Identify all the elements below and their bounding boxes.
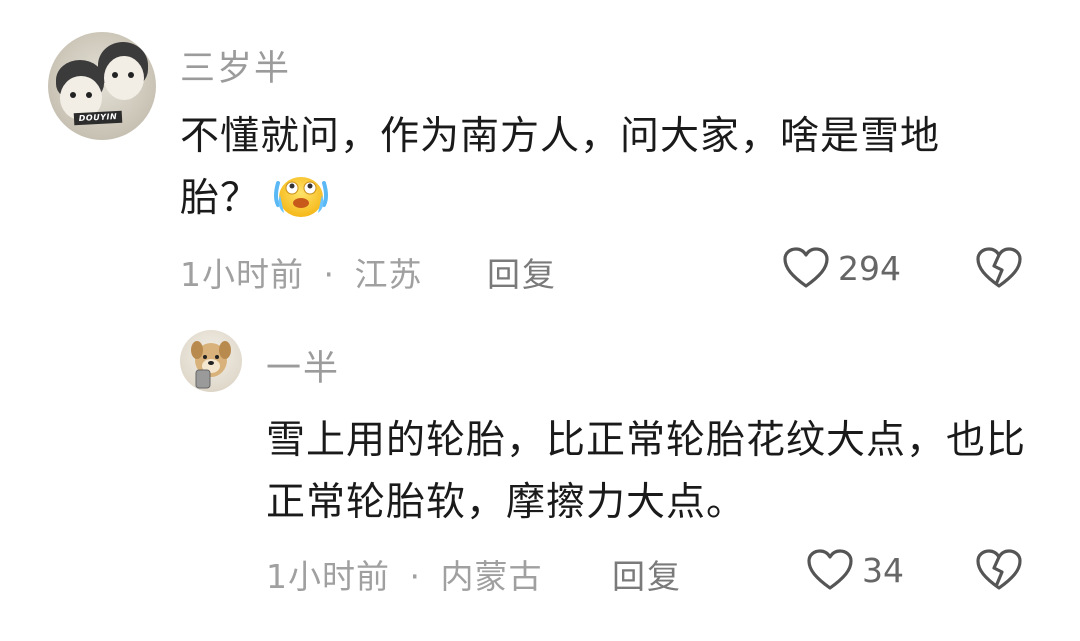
comment-time: 1小时前 [180, 255, 304, 294]
heart-outline-icon [783, 247, 829, 288]
reply-user-avatar[interactable] [180, 330, 242, 392]
like-count: 294 [838, 248, 901, 288]
user-avatar[interactable]: DOUYIN [48, 32, 156, 140]
like-button[interactable]: 294 [782, 246, 901, 290]
avatar-face [104, 56, 144, 100]
broken-heart-icon [976, 549, 1022, 590]
reply-location: 内蒙古 [440, 557, 543, 596]
reply-reply-button[interactable]: 回复 [612, 550, 682, 598]
heart-outline-icon [807, 549, 853, 590]
reply-text[interactable]: 雪上用的轮胎，比正常轮胎花纹大点，也比正常轮胎软，摩擦力大点。 [266, 410, 1046, 534]
reply-dislike-button[interactable] [975, 548, 1023, 596]
reply-time: 1小时前 [266, 557, 390, 596]
cry-laugh-emoji-icon [274, 177, 329, 217]
comment-username[interactable]: 三岁半 [180, 40, 291, 91]
reply-meta: 1小时前 · 内蒙古 [266, 550, 543, 598]
broken-heart-icon [976, 247, 1022, 288]
meta-separator: · [409, 557, 421, 596]
douyin-badge: DOUYIN [73, 110, 123, 126]
reply-like-button[interactable]: 34 [806, 548, 904, 592]
comment-text[interactable]: 不懂就问，作为南方人，问大家，啥是雪地胎？ [180, 106, 1010, 230]
comment-meta: 1小时前 · 江苏 [180, 248, 423, 296]
meta-separator: · [323, 255, 335, 294]
dislike-button[interactable] [975, 246, 1023, 294]
comment-location: 江苏 [354, 255, 423, 294]
dog-avatar-icon [191, 341, 231, 389]
reply-username[interactable]: 一半 [266, 340, 340, 391]
reply-like-count: 34 [862, 550, 904, 590]
reply-button[interactable]: 回复 [487, 248, 557, 296]
